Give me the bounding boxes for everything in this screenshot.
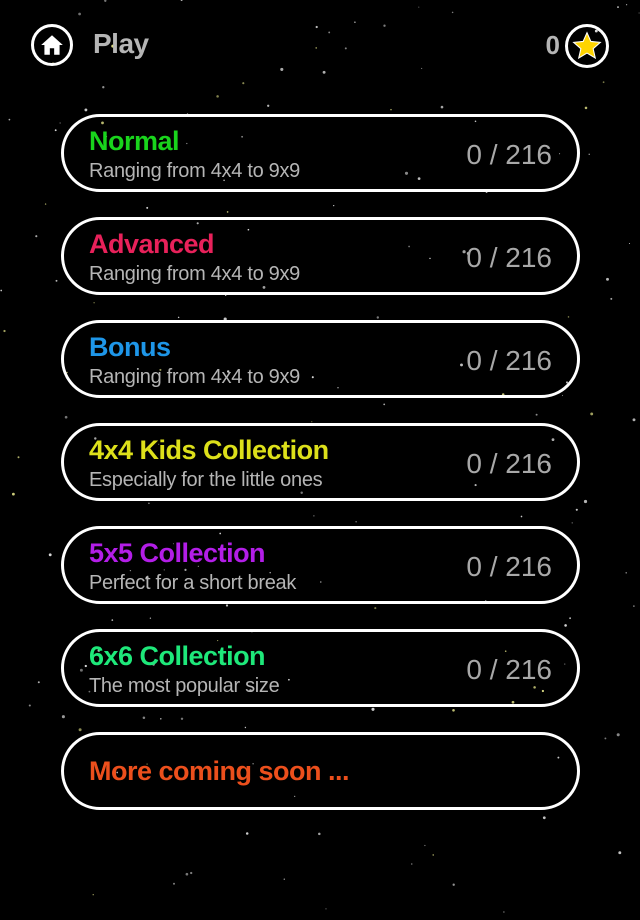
star-dot [625, 572, 627, 574]
star-dot [590, 412, 594, 416]
collection-name: 6x6 Collection [89, 641, 266, 671]
star-dot [54, 129, 57, 132]
collection-subtitle: The most popular size [89, 675, 280, 697]
star-dot [0, 289, 3, 292]
star-dot [173, 882, 175, 885]
collection-subtitle: Especially for the little ones [89, 469, 323, 491]
collection-name: 4x4 Kids Collection [89, 435, 329, 465]
star-dot [584, 106, 588, 110]
collection-subtitle: Ranging from 4x4 to 9x9 [89, 160, 301, 182]
star-dot [37, 681, 40, 684]
star-dot [618, 851, 622, 855]
star-dot [616, 733, 620, 737]
star-dot [440, 105, 444, 109]
star-dot [411, 863, 413, 865]
star-dot [325, 908, 327, 910]
collection-card-6x6[interactable]: 6x6 Collection The most popular size 0 /… [61, 629, 580, 707]
collection-progress: 0 / 216 [466, 345, 552, 376]
home-icon [41, 35, 63, 55]
star-dot [283, 878, 286, 880]
star-dot [503, 911, 505, 913]
star-dot [216, 95, 219, 98]
star-dot [610, 297, 613, 300]
collection-name: Bonus [89, 332, 171, 362]
star-dot [583, 499, 588, 504]
collection-progress: 0 / 216 [466, 654, 552, 685]
star-dot [3, 329, 6, 333]
star-dot [28, 704, 31, 707]
star-dot [84, 108, 88, 112]
star-dot [8, 118, 11, 121]
more-coming-soon-card[interactable]: More coming soon ... [61, 732, 580, 810]
star-dot [424, 844, 426, 847]
star-dot [48, 553, 52, 557]
page-title: Play [93, 28, 149, 59]
star-dot [17, 456, 20, 459]
star-dot [452, 883, 455, 886]
home-button[interactable] [31, 24, 73, 66]
collection-progress: 0 / 216 [466, 139, 552, 170]
star-dot [11, 492, 15, 496]
more-coming-soon-label: More coming soon ... [89, 756, 350, 786]
star-dot [92, 894, 94, 896]
collection-card-advanced[interactable]: Advanced Ranging from 4x4 to 9x9 0 / 216 [61, 217, 580, 295]
star-dot [55, 279, 58, 282]
play-screen: Play 0 Normal Ranging from 4x4 to 9x9 0 … [0, 0, 640, 920]
star-dot [628, 242, 631, 245]
star-dot [632, 418, 636, 422]
star-dot [44, 203, 47, 205]
star-dot [267, 104, 270, 107]
star-dot [35, 235, 38, 238]
collection-card-4x4-kids[interactable]: 4x4 Kids Collection Especially for the l… [61, 423, 580, 501]
collection-card-normal[interactable]: Normal Ranging from 4x4 to 9x9 0 / 216 [61, 114, 580, 192]
collection-name: Normal [89, 126, 180, 156]
collection-name: 5x5 Collection [89, 538, 266, 568]
collection-name: Advanced [89, 229, 215, 259]
top-bar: Play 0 [0, 0, 640, 92]
star-dot [606, 277, 609, 281]
collection-subtitle: Perfect for a short break [89, 572, 297, 594]
star-dot [432, 854, 434, 856]
star-count: 0 [545, 30, 560, 60]
collection-progress: 0 / 216 [466, 242, 552, 273]
star-icon [572, 31, 602, 60]
star-dot [185, 872, 189, 876]
collection-subtitle: Ranging from 4x4 to 9x9 [89, 263, 301, 285]
collection-subtitle: Ranging from 4x4 to 9x9 [89, 366, 301, 388]
star-dot [604, 737, 607, 740]
collection-list: Normal Ranging from 4x4 to 9x9 0 / 216 A… [61, 114, 580, 835]
star-dot [190, 871, 193, 875]
stars-button[interactable] [565, 24, 609, 68]
star-dot [633, 605, 635, 607]
collection-progress: 0 / 216 [466, 448, 552, 479]
star-dot [588, 153, 590, 155]
collection-card-bonus[interactable]: Bonus Ranging from 4x4 to 9x9 0 / 216 [61, 320, 580, 398]
collection-card-5x5[interactable]: 5x5 Collection Perfect for a short break… [61, 526, 580, 604]
collection-progress: 0 / 216 [466, 551, 552, 582]
star-dot [390, 108, 392, 111]
